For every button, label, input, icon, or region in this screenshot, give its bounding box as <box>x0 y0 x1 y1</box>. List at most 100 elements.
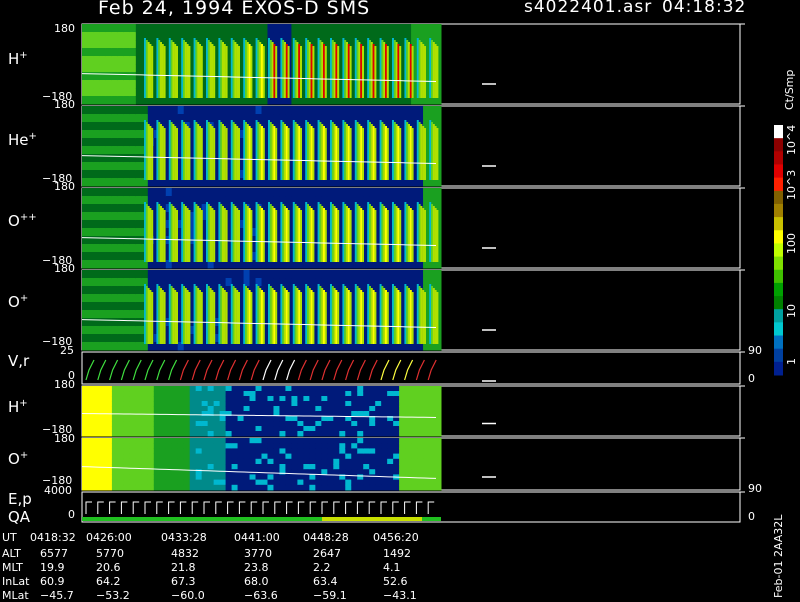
spectro-cell <box>117 386 125 392</box>
spectro-cell <box>417 431 424 437</box>
spectro-cell <box>393 479 400 486</box>
spectro-cell <box>279 386 286 392</box>
spectro-cell <box>123 72 131 81</box>
spectro-cell <box>231 106 239 115</box>
spectro-cell <box>141 479 149 486</box>
spectro-cell <box>345 448 352 455</box>
spectro-cell <box>165 458 173 465</box>
spectro-stripe <box>181 38 184 98</box>
spectro-cell <box>381 458 388 465</box>
spectro-cell <box>129 114 137 123</box>
spectro-cell <box>357 443 364 449</box>
spectro-cell <box>207 431 215 437</box>
spectro-cell <box>435 474 442 481</box>
spectro-stripe <box>408 42 410 98</box>
spectro-cell <box>261 479 268 486</box>
spectro-cell <box>201 106 209 115</box>
spectro-cell <box>231 479 239 486</box>
spectro-stripe <box>163 292 166 344</box>
spectro-cell <box>423 396 430 402</box>
spectro-cell <box>117 396 125 402</box>
spectro-cell <box>291 448 298 455</box>
spectro-cell <box>171 431 179 437</box>
spectro-cell <box>237 448 245 455</box>
spectro-cell <box>429 24 436 33</box>
spectro-cell <box>93 236 101 245</box>
spectro-cell <box>339 386 346 392</box>
spectro-cell <box>261 188 268 197</box>
spectro-cell <box>93 431 101 437</box>
spectro-cell <box>87 278 95 287</box>
spectro-cell <box>129 438 137 444</box>
spectro-cell <box>249 448 257 455</box>
spectro-cell <box>231 188 239 197</box>
spectro-cell <box>273 421 280 427</box>
spectro-cell <box>159 474 167 481</box>
spectro-stripe <box>176 46 178 98</box>
spectro-cell <box>387 448 394 455</box>
spectro-cell <box>207 278 215 287</box>
spectro-stripe <box>275 292 278 344</box>
spectro-cell <box>195 196 203 205</box>
spectro-cell <box>93 106 101 115</box>
spectro-cell <box>147 391 155 397</box>
spectro-cell <box>201 391 209 397</box>
spectro-cell <box>219 32 227 41</box>
spectro-cell <box>297 270 304 279</box>
spectro-cell <box>153 401 161 407</box>
spectro-cell <box>123 484 131 491</box>
spectro-cell <box>171 188 179 197</box>
spectro-cell <box>189 391 197 397</box>
spectro-cell <box>183 188 191 197</box>
spectro-cell <box>82 162 89 171</box>
spectro-cell <box>159 448 167 455</box>
spectro-cell <box>273 438 280 444</box>
spectro-cell <box>93 154 101 163</box>
spectro-cell <box>183 431 191 437</box>
spectro-cell <box>213 391 221 397</box>
spectro-cell <box>123 426 131 432</box>
spectro-cell <box>435 443 442 449</box>
spectro-cell <box>201 474 209 481</box>
spectro-cell <box>105 188 113 197</box>
spectro-cell <box>429 188 436 197</box>
spectro-stripe <box>161 44 164 98</box>
spectro-cell <box>213 438 221 444</box>
spectro-cell <box>225 406 233 412</box>
spectro-cell <box>297 114 304 123</box>
spectro-cell <box>213 188 221 197</box>
spectro-stripe <box>434 208 437 262</box>
energy-step <box>368 501 376 514</box>
spectro-cell <box>93 162 101 171</box>
spectro-cell <box>82 114 89 123</box>
spectro-cell <box>153 438 161 444</box>
spectro-cell <box>153 386 161 392</box>
spectro-cell <box>315 416 322 422</box>
spectro-cell <box>273 32 280 41</box>
spectro-cell <box>267 396 274 402</box>
spectro-cell <box>285 464 292 470</box>
colorbar-swatch <box>774 361 783 376</box>
spectro-cell <box>105 260 113 269</box>
spectro-cell <box>171 270 179 279</box>
spectro-stripe <box>163 210 166 262</box>
spectro-stripe <box>369 122 371 180</box>
spectro-stripe <box>349 292 352 344</box>
spectro-stripe <box>280 120 283 180</box>
spectro-stripe <box>358 206 361 262</box>
spectro-cell <box>411 479 418 486</box>
spectro-stripe <box>186 290 189 344</box>
spectro-cell <box>153 431 161 437</box>
spectro-cell <box>111 114 119 123</box>
spectro-stripe <box>416 120 419 180</box>
spectro-cell <box>405 438 412 444</box>
spectro-cell <box>93 188 101 197</box>
spectro-stripe <box>181 284 184 344</box>
spectro-stripe <box>220 122 223 180</box>
spectro-cell <box>309 474 316 481</box>
velocity-sawtooth <box>168 359 178 381</box>
spectro-stripe <box>144 38 146 98</box>
spectro-cell <box>351 453 358 460</box>
energy-step <box>120 501 128 514</box>
spectro-cell <box>357 396 364 402</box>
